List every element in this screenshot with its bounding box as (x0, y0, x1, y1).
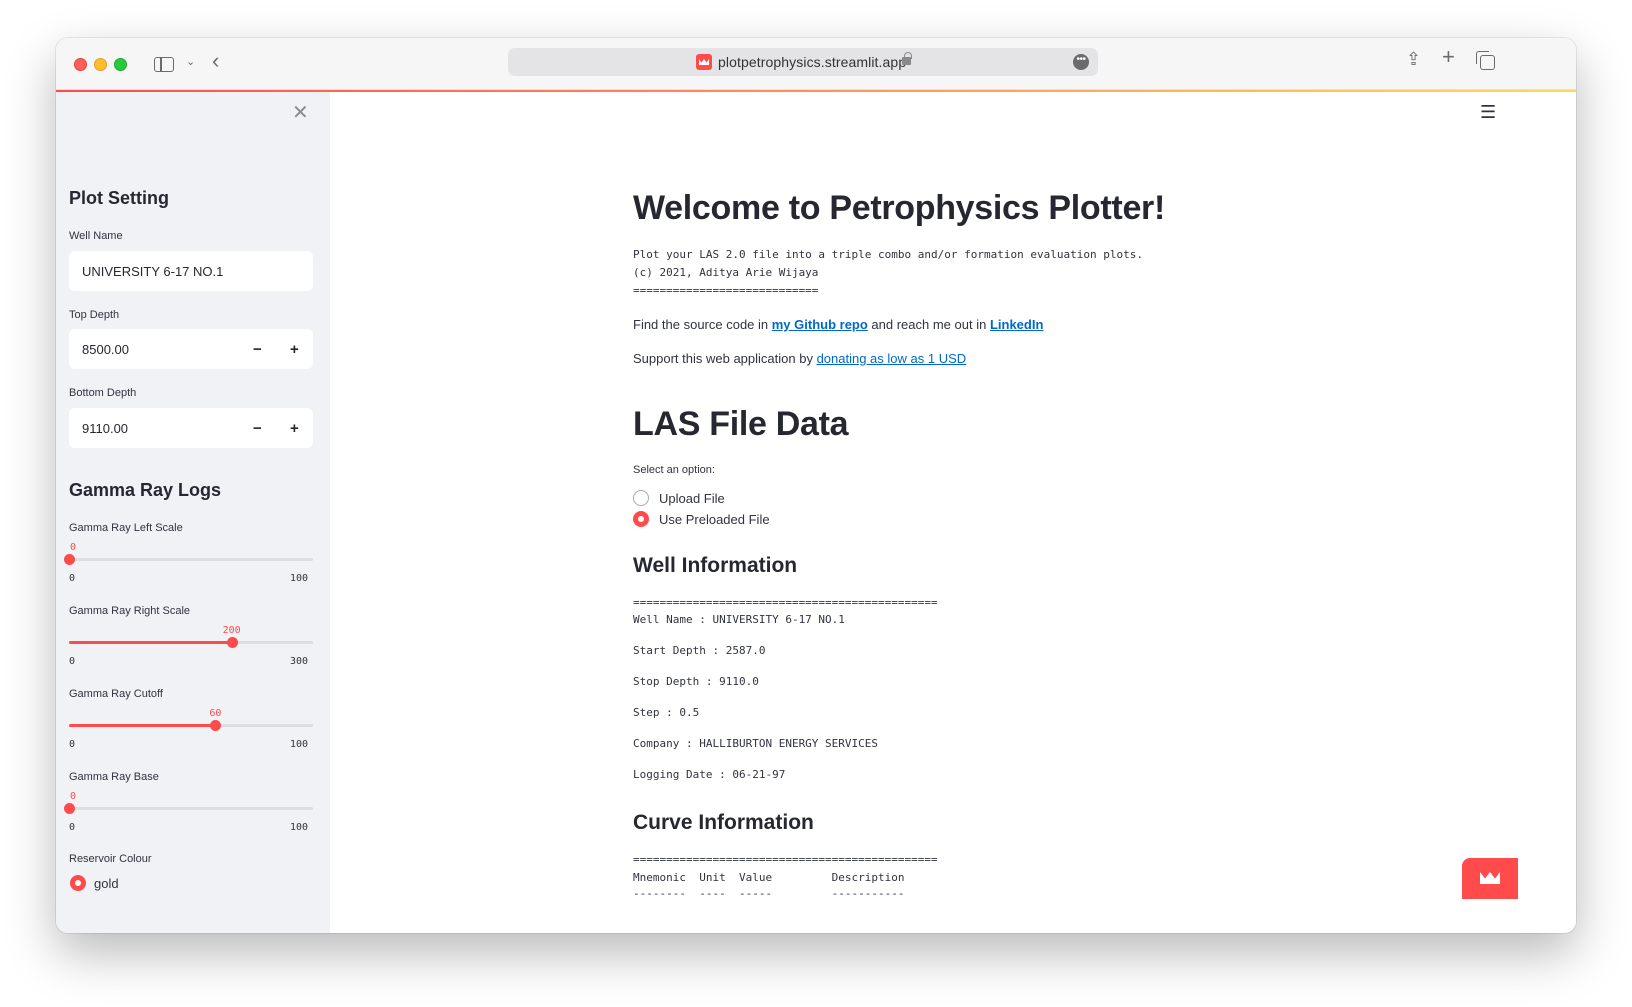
gamma-left-scale-value: 0 (69, 542, 77, 553)
gamma-base-slider[interactable] (64, 803, 313, 814)
browser-titlebar: ⌄ ‹ plotpetrophysics.streamlit.app ••• ⇪… (56, 38, 1576, 90)
slider-max-label: 100 (290, 573, 309, 584)
slider-max-label: 300 (290, 656, 309, 667)
share-icon[interactable]: ⇪ (1406, 50, 1421, 68)
well-information-heading: Well Information (633, 554, 798, 577)
gamma-base-value: 0 (69, 791, 77, 802)
hamburger-menu-icon[interactable]: ☰ (1480, 102, 1496, 123)
well-info-line: Company : HALLIBURTON ENERGY SERVICES (633, 737, 879, 750)
more-icon[interactable]: ••• (1073, 54, 1089, 70)
url-text: plotpetrophysics.streamlit.app (718, 54, 907, 70)
chevron-down-icon[interactable]: ⌄ (186, 54, 195, 70)
sidebar-toggle-icon[interactable] (154, 57, 174, 72)
donate-link[interactable]: donating as low as 1 USD (817, 351, 967, 366)
source-text-mid: and reach me out in (867, 317, 990, 332)
curve-info-rule: ========================================… (633, 853, 938, 866)
plot-setting-heading: Plot Setting (69, 188, 169, 208)
slider-thumb[interactable] (210, 720, 222, 731)
gamma-cutoff-label: Gamma Ray Cutoff (69, 688, 163, 700)
slider-min-label: 0 (69, 656, 76, 667)
intro-line-1: Plot your LAS 2.0 file into a triple com… (633, 248, 1143, 261)
tab-overview-icon[interactable] (1476, 51, 1495, 70)
linkedin-link[interactable]: LinkedIn (990, 317, 1043, 332)
gamma-cutoff-value: 60 (209, 708, 222, 719)
slider-min-label: 0 (69, 822, 76, 833)
curve-table-header-rule: -------- ---- ----- ----------- (633, 887, 905, 900)
preloaded-file-radio[interactable] (633, 511, 649, 527)
bottom-depth-label: Bottom Depth (69, 387, 137, 399)
slider-thumb[interactable] (64, 554, 75, 565)
support-text: Support this web application by (633, 351, 817, 366)
github-repo-link[interactable]: my Github repo (772, 317, 868, 332)
slider-fill (69, 641, 232, 644)
support-paragraph: Support this web application by donating… (633, 351, 966, 366)
sidebar: ✕ Plot Setting Well Name UNIVERSITY 6-17… (56, 92, 330, 933)
well-name-input[interactable]: UNIVERSITY 6-17 NO.1 (69, 251, 313, 291)
top-depth-decrement-button[interactable]: − (253, 341, 262, 358)
source-code-paragraph: Find the source code in my Github repo a… (633, 317, 1043, 332)
bottom-depth-increment-button[interactable]: + (290, 420, 299, 437)
reservoir-colour-gold-label: gold (94, 876, 119, 891)
well-info-line: Logging Date : 06-21-97 (633, 768, 786, 781)
las-file-data-heading: LAS File Data (633, 405, 849, 443)
slider-min-label: 0 (69, 573, 76, 584)
select-option-label: Select an option: (633, 464, 715, 476)
bottom-depth-input[interactable]: 9110.00 − + (69, 408, 313, 448)
slider-thumb[interactable] (226, 637, 238, 648)
well-info-line: Well Name : UNIVERSITY 6-17 NO.1 (633, 613, 845, 626)
gamma-right-scale-slider[interactable] (69, 637, 313, 648)
zoom-window-button[interactable] (114, 58, 127, 71)
streamlit-favicon-icon (696, 54, 712, 70)
intro-rule: ============================ (633, 284, 819, 297)
gamma-right-scale-value: 200 (222, 625, 241, 636)
slider-max-label: 100 (290, 822, 309, 833)
slider-fill (69, 724, 216, 727)
bottom-depth-value: 9110.00 (82, 421, 129, 436)
gamma-base-label: Gamma Ray Base (69, 771, 159, 783)
streamlit-crown-button[interactable] (1462, 858, 1518, 899)
gamma-left-scale-label: Gamma Ray Left Scale (69, 522, 183, 534)
well-name-label: Well Name (69, 230, 123, 242)
well-info-line: Start Depth : 2587.0 (633, 644, 766, 657)
close-window-button[interactable] (74, 58, 87, 71)
top-depth-input[interactable]: 8500.00 − + (69, 329, 313, 369)
back-icon[interactable]: ‹ (212, 50, 219, 72)
new-tab-icon[interactable]: + (1442, 46, 1455, 68)
curve-information-heading: Curve Information (633, 811, 814, 834)
minimize-window-button[interactable] (94, 58, 107, 71)
gamma-ray-logs-heading: Gamma Ray Logs (69, 480, 222, 500)
main-content: ☰ Welcome to Petrophysics Plotter! Plot … (330, 92, 1576, 933)
well-info-rule: ========================================… (633, 596, 938, 609)
slider-max-label: 100 (290, 739, 309, 750)
top-depth-label: Top Depth (69, 309, 120, 321)
close-sidebar-icon[interactable]: ✕ (292, 100, 309, 125)
reservoir-colour-gold-radio[interactable] (70, 875, 86, 891)
top-depth-increment-button[interactable]: + (290, 341, 299, 358)
curve-table-header: Mnemonic Unit Value Description (633, 871, 905, 884)
gamma-right-scale-label: Gamma Ray Right Scale (69, 605, 191, 617)
browser-window: ⌄ ‹ plotpetrophysics.streamlit.app ••• ⇪… (56, 38, 1576, 933)
well-info-line: Stop Depth : 9110.0 (633, 675, 759, 688)
page-title: Welcome to Petrophysics Plotter! (633, 189, 1166, 227)
preloaded-file-label: Use Preloaded File (659, 512, 770, 527)
slider-thumb[interactable] (64, 803, 75, 814)
gamma-left-scale-slider[interactable] (64, 554, 313, 565)
slider-min-label: 0 (69, 739, 76, 750)
upload-file-label: Upload File (659, 491, 725, 506)
top-depth-value: 8500.00 (82, 342, 129, 357)
source-text: Find the source code in (633, 317, 772, 332)
well-info-line: Step : 0.5 (633, 706, 700, 719)
gamma-cutoff-slider[interactable] (69, 720, 313, 731)
lock-icon (902, 52, 912, 65)
reservoir-colour-label: Reservoir Colour (69, 853, 152, 865)
address-bar[interactable]: plotpetrophysics.streamlit.app ••• (508, 48, 1098, 76)
upload-file-radio[interactable] (633, 490, 649, 506)
bottom-depth-decrement-button[interactable]: − (253, 420, 262, 437)
intro-line-2: (c) 2021, Aditya Arie Wijaya (633, 266, 819, 279)
